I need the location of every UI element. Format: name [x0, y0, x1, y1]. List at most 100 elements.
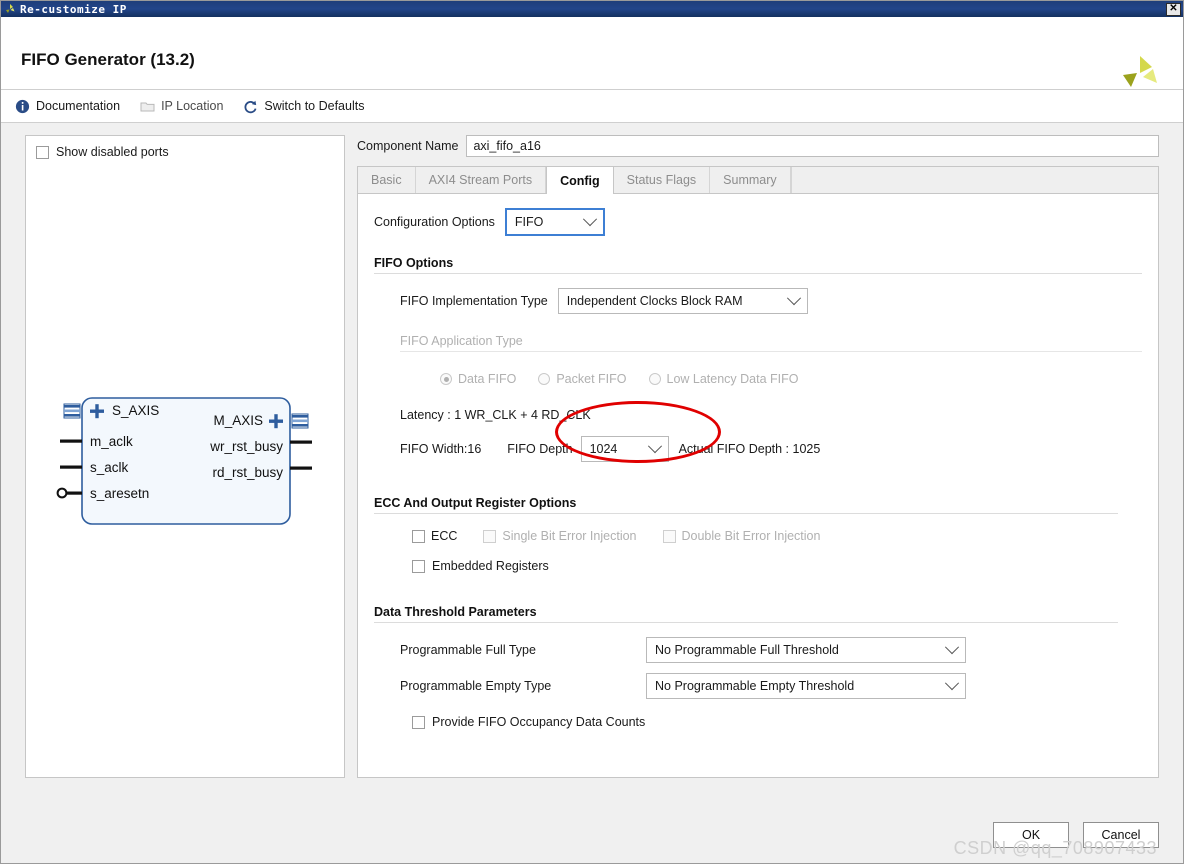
embedded-registers-checkbox[interactable]: Embedded Registers [412, 559, 1142, 573]
refresh-icon [243, 99, 258, 114]
tab-status-flags[interactable]: Status Flags [614, 167, 710, 193]
tab-axi4-stream-ports[interactable]: AXI4 Stream Ports [416, 167, 547, 193]
svg-text:S_AXIS: S_AXIS [112, 403, 159, 418]
radio-data-fifo-label: Data FIFO [458, 372, 516, 386]
radio-low-latency-data-fifo[interactable]: Low Latency Data FIFO [649, 372, 799, 386]
fifo-depth-label: FIFO Depth [507, 442, 572, 456]
ip-symbol-panel: Show disabled ports [25, 135, 345, 778]
xilinx-logo-icon [1119, 53, 1161, 95]
configuration-options-label: Configuration Options [374, 215, 495, 229]
fifo-options-group: FIFO Options [374, 256, 1142, 274]
ecc-options-title: ECC And Output Register Options [374, 496, 1118, 510]
divider [400, 351, 1142, 352]
provide-fifo-occupancy-data-counts-checkbox[interactable]: Provide FIFO Occupancy Data Counts [412, 715, 1142, 729]
fifo-options-title: FIFO Options [374, 256, 1142, 270]
latency-text: Latency : 1 WR_CLK + 4 RD_CLK [400, 408, 1142, 422]
toolbar: Documentation IP Location Switch to Defa… [1, 90, 1183, 123]
svg-text:m_aclk: m_aclk [90, 434, 133, 449]
programmable-empty-type-value: No Programmable Empty Threshold [655, 679, 854, 693]
body: Show disabled ports [1, 123, 1183, 807]
ecc-options-group: ECC And Output Register Options [374, 496, 1118, 514]
fifo-depth-select[interactable]: 1024 [581, 436, 669, 462]
footer: OK Cancel CSDN @qq_708907433 [1, 807, 1183, 863]
title-bar: Re-customize IP ✕ [1, 1, 1183, 17]
switch-to-defaults-label: Switch to Defaults [264, 99, 364, 113]
fifo-application-type-title: FIFO Application Type [400, 334, 1142, 348]
re-customize-ip-window: Re-customize IP ✕ FIFO Generator (13.2) [0, 0, 1184, 864]
ip-block-symbol: S_AXIS m_aclk s_aclk s_aresetn M_AXIS wr… [26, 376, 346, 556]
double-bit-error-injection-label: Double Bit Error Injection [682, 529, 821, 543]
tab-config[interactable]: Config [546, 167, 614, 194]
fifo-depth-row: FIFO Width:16 FIFO Depth 1024 Actual FIF… [400, 436, 1142, 462]
provide-fifo-occupancy-data-counts-label: Provide FIFO Occupancy Data Counts [432, 715, 645, 729]
svg-text:wr_rst_busy: wr_rst_busy [209, 439, 283, 454]
radio-data-fifo[interactable]: Data FIFO [440, 372, 516, 386]
radio-button [538, 373, 550, 385]
data-threshold-group: Data Threshold Parameters [374, 605, 1118, 623]
folder-icon [140, 99, 155, 114]
radio-packet-fifo-label: Packet FIFO [556, 372, 626, 386]
programmable-empty-type-row: Programmable Empty Type No Programmable … [400, 673, 1142, 699]
radio-packet-fifo[interactable]: Packet FIFO [538, 372, 626, 386]
radio-low-latency-data-fifo-label: Low Latency Data FIFO [667, 372, 799, 386]
component-name-row: Component Name axi_fifo_a16 [357, 135, 1159, 157]
fifo-implementation-type-value: Independent Clocks Block RAM [567, 294, 743, 308]
chevron-down-icon [583, 212, 597, 226]
checkbox-box [412, 716, 425, 729]
documentation-button[interactable]: Documentation [15, 99, 120, 114]
programmable-empty-type-label: Programmable Empty Type [400, 679, 646, 693]
radio-button [440, 373, 452, 385]
xilinx-logo-icon [4, 3, 16, 15]
close-icon[interactable]: ✕ [1166, 3, 1181, 16]
programmable-full-type-select[interactable]: No Programmable Full Threshold [646, 637, 966, 663]
fifo-implementation-type-row: FIFO Implementation Type Independent Clo… [400, 288, 1142, 314]
checkbox-box [483, 530, 496, 543]
divider [374, 273, 1142, 274]
checkbox-box [412, 530, 425, 543]
svg-text:s_aresetn: s_aresetn [90, 486, 149, 501]
configuration-options-select[interactable]: FIFO [505, 208, 605, 236]
chevron-down-icon [787, 291, 801, 305]
fifo-depth-value: 1024 [590, 442, 618, 456]
watermark: CSDN @qq_708907433 [954, 838, 1157, 859]
tab-basic[interactable]: Basic [358, 167, 416, 193]
embedded-registers-label: Embedded Registers [432, 559, 549, 573]
chevron-down-icon [648, 439, 662, 453]
programmable-empty-type-select[interactable]: No Programmable Empty Threshold [646, 673, 966, 699]
data-threshold-title: Data Threshold Parameters [374, 605, 1118, 619]
tab-bar-filler [791, 167, 1158, 193]
radio-button [649, 373, 661, 385]
config-panel: Component Name axi_fifo_a16 Basic AXI4 S… [357, 135, 1159, 778]
svg-text:M_AXIS: M_AXIS [213, 413, 263, 428]
fifo-implementation-type-label: FIFO Implementation Type [400, 294, 548, 308]
tab-summary[interactable]: Summary [710, 167, 790, 193]
info-icon [15, 99, 30, 114]
fifo-implementation-type-select[interactable]: Independent Clocks Block RAM [558, 288, 808, 314]
checkbox-box [412, 560, 425, 573]
documentation-label: Documentation [36, 99, 120, 113]
divider [374, 513, 1118, 514]
single-bit-error-injection-label: Single Bit Error Injection [502, 529, 636, 543]
single-bit-error-injection-checkbox[interactable]: Single Bit Error Injection [483, 529, 636, 543]
fifo-application-type-group: FIFO Application Type [400, 334, 1142, 352]
title-bar-text: Re-customize IP [20, 3, 127, 16]
component-name-input[interactable]: axi_fifo_a16 [466, 135, 1159, 157]
actual-fifo-depth-text: Actual FIFO Depth : 1025 [679, 442, 821, 456]
switch-to-defaults-button[interactable]: Switch to Defaults [243, 99, 364, 114]
configuration-options-value: FIFO [515, 215, 543, 229]
configuration-options-row: Configuration Options FIFO [374, 208, 1142, 236]
chevron-down-icon [945, 640, 959, 654]
svg-text:s_aclk: s_aclk [90, 460, 129, 475]
ip-location-label: IP Location [161, 99, 223, 113]
component-name-label: Component Name [357, 139, 458, 153]
ecc-checkbox-row: ECC Single Bit Error Injection Double Bi… [412, 529, 1142, 543]
divider [374, 622, 1118, 623]
show-disabled-ports-checkbox[interactable]: Show disabled ports [36, 145, 169, 159]
ecc-checkbox[interactable]: ECC [412, 529, 457, 543]
double-bit-error-injection-checkbox[interactable]: Double Bit Error Injection [663, 529, 821, 543]
svg-text:rd_rst_busy: rd_rst_busy [212, 465, 283, 480]
programmable-full-type-value: No Programmable Full Threshold [655, 643, 839, 657]
header: FIFO Generator (13.2) [1, 17, 1183, 90]
programmable-full-type-row: Programmable Full Type No Programmable F… [400, 637, 1142, 663]
ip-location-button[interactable]: IP Location [140, 99, 223, 114]
